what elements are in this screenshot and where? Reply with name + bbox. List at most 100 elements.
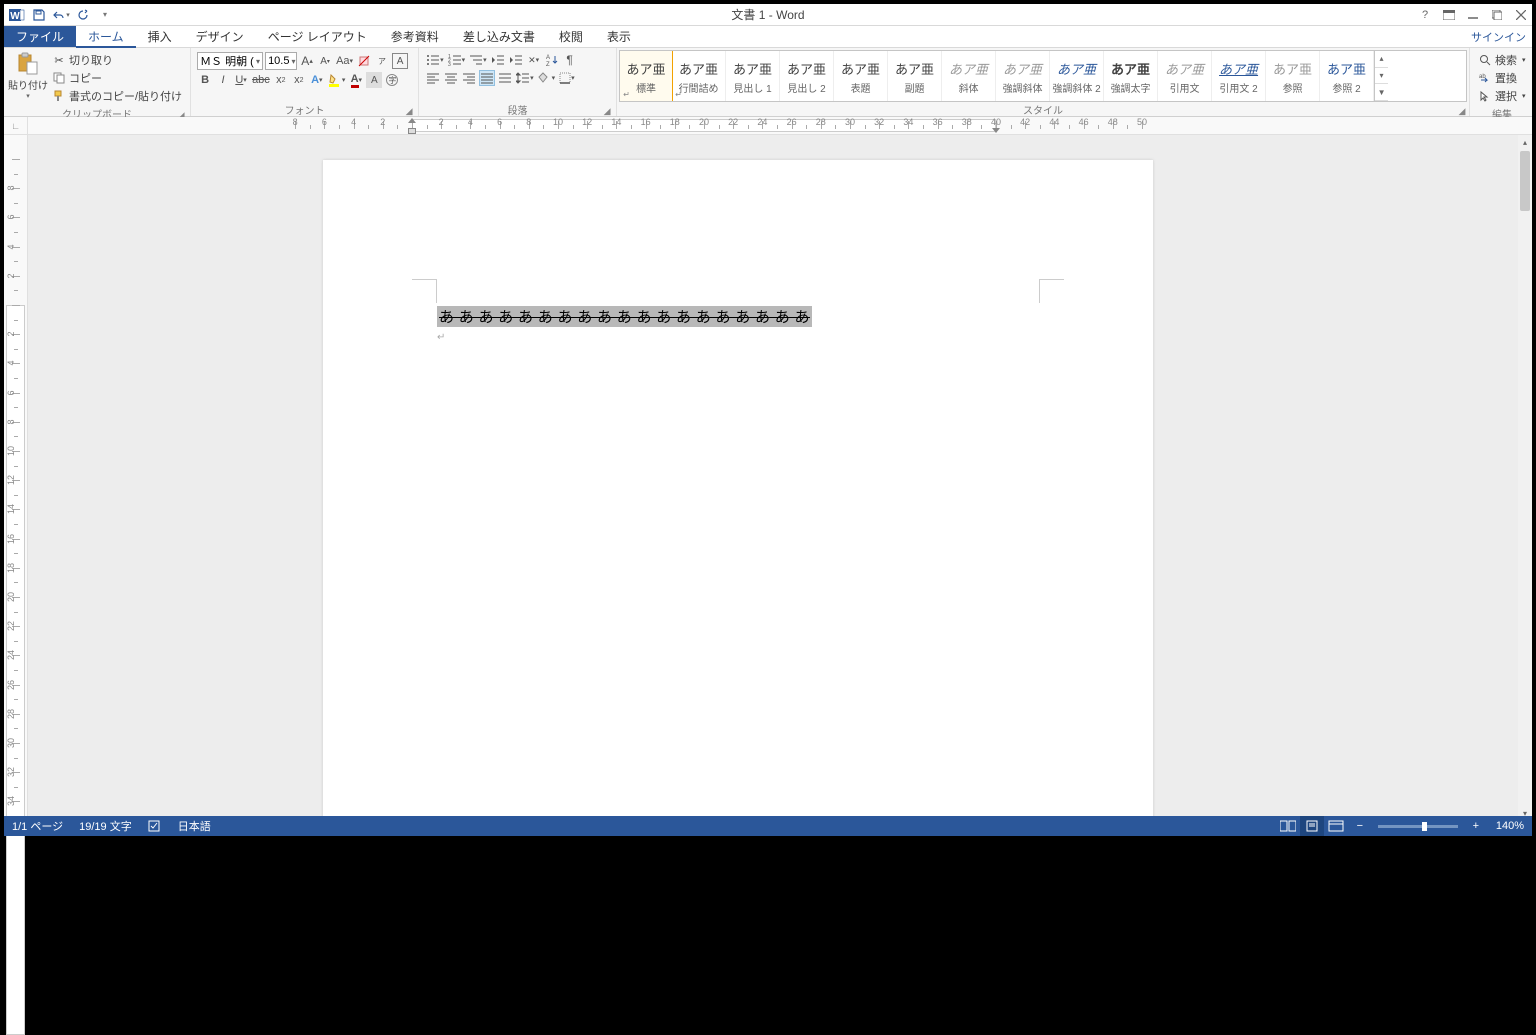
print-layout-view-button[interactable]: [1300, 816, 1324, 836]
replace-button[interactable]: ab置換: [1476, 70, 1528, 86]
undo-icon[interactable]: ▾: [52, 6, 70, 24]
selected-text[interactable]: あ あ あ あ あ あ あ あ あ あ あ あ あ あ あ あ あ あ あ: [437, 306, 812, 327]
qat-customize-icon[interactable]: ▾: [96, 6, 114, 24]
distribute-button[interactable]: [497, 70, 513, 86]
subscript-button[interactable]: x2: [273, 72, 289, 88]
borders-button[interactable]: ▾: [558, 70, 576, 86]
zoom-out-button[interactable]: −: [1348, 816, 1372, 836]
sign-in-link[interactable]: サインイン: [1471, 26, 1526, 47]
word-count-status[interactable]: 19/19 文字: [71, 816, 140, 836]
italic-button[interactable]: I: [215, 72, 231, 88]
style-item-標準[interactable]: あア亜標準↵: [619, 50, 673, 102]
style-item-強調斜体[interactable]: あア亜強調斜体: [996, 51, 1050, 101]
redo-icon[interactable]: [74, 6, 92, 24]
help-icon[interactable]: ?: [1416, 6, 1434, 24]
text-effects-button[interactable]: A▾: [309, 72, 325, 88]
tab-home[interactable]: ホーム: [76, 26, 136, 48]
find-button[interactable]: 検索▾: [1476, 52, 1528, 68]
page[interactable]: あ あ あ あ あ あ あ あ あ あ あ あ あ あ あ あ あ あ あ ↵: [323, 160, 1153, 820]
char-shading-button[interactable]: A: [366, 72, 382, 88]
tab-file[interactable]: ファイル: [4, 26, 76, 47]
web-layout-view-button[interactable]: [1324, 816, 1348, 836]
tab-design[interactable]: デザイン: [184, 26, 256, 47]
style-item-副題[interactable]: あア亜副題: [888, 51, 942, 101]
font-launcher-icon[interactable]: ◢: [404, 106, 414, 116]
style-item-見出し 2[interactable]: あア亜見出し 2: [780, 51, 834, 101]
clear-formatting-button[interactable]: [356, 53, 372, 69]
vertical-scrollbar[interactable]: ▴ ▾: [1518, 135, 1532, 820]
ribbon-display-icon[interactable]: [1440, 6, 1458, 24]
save-icon[interactable]: [30, 6, 48, 24]
tab-review[interactable]: 校閲: [547, 26, 595, 47]
close-icon[interactable]: [1512, 6, 1530, 24]
superscript-button[interactable]: x2: [291, 72, 307, 88]
char-border-button[interactable]: A: [392, 53, 408, 69]
decrease-indent-button[interactable]: [490, 52, 506, 68]
cut-button[interactable]: ✂切り取り: [50, 52, 184, 68]
tab-layout[interactable]: ページ レイアウト: [256, 26, 379, 47]
font-size-combo[interactable]: 10.5▾: [265, 52, 297, 70]
numbering-button[interactable]: 123▾: [447, 52, 467, 68]
tab-selector[interactable]: ∟: [4, 117, 28, 134]
select-button[interactable]: 選択▾: [1476, 88, 1528, 104]
scroll-up-icon[interactable]: ▴: [1518, 135, 1532, 149]
hanging-indent-marker[interactable]: [408, 128, 416, 134]
align-left-button[interactable]: [425, 70, 441, 86]
style-item-斜体[interactable]: あア亜斜体: [942, 51, 996, 101]
format-painter-button[interactable]: 書式のコピー/貼り付け: [50, 88, 184, 104]
styles-expand-button[interactable]: ▼: [1375, 84, 1388, 101]
asian-layout-button[interactable]: ✕▾: [526, 52, 542, 68]
styles-gallery[interactable]: あア亜標準↵あア亜行間詰め↵あア亜見出し 1あア亜見出し 2あア亜表題あア亜副題…: [619, 50, 1467, 102]
style-item-引用文[interactable]: あア亜引用文: [1158, 51, 1212, 101]
show-paragraph-marks-button[interactable]: ¶: [562, 52, 578, 68]
vertical-ruler[interactable]: 864224681012141618202224262830323436: [4, 135, 28, 820]
copy-button[interactable]: コピー: [50, 70, 184, 86]
language-status[interactable]: 日本語: [170, 816, 219, 836]
styles-scroll-down[interactable]: ▾: [1375, 68, 1388, 85]
increase-indent-button[interactable]: [508, 52, 524, 68]
style-item-参照[interactable]: あア亜参照: [1266, 51, 1320, 101]
tab-insert[interactable]: 挿入: [136, 26, 184, 47]
read-mode-view-button[interactable]: [1276, 816, 1300, 836]
right-indent-marker[interactable]: [992, 128, 1000, 133]
highlight-button[interactable]: ▾: [327, 72, 347, 88]
align-right-button[interactable]: [461, 70, 477, 86]
line-spacing-button[interactable]: ▾: [515, 70, 535, 86]
font-name-combo[interactable]: ＭＳ 明朝 (本▾: [197, 52, 263, 70]
tab-mailings[interactable]: 差し込み文書: [451, 26, 547, 47]
bold-button[interactable]: B: [197, 72, 213, 88]
page-count-status[interactable]: 1/1 ページ: [4, 816, 71, 836]
style-item-強調太字[interactable]: あア亜強調太字: [1104, 51, 1158, 101]
bullets-button[interactable]: ▾: [425, 52, 445, 68]
scroll-thumb[interactable]: [1520, 151, 1530, 211]
first-line-indent-marker[interactable]: [408, 118, 416, 123]
paragraph-launcher-icon[interactable]: ◢: [602, 106, 612, 116]
enclose-char-button[interactable]: 字: [384, 72, 400, 88]
zoom-slider[interactable]: [1378, 825, 1458, 828]
maximize-icon[interactable]: [1488, 6, 1506, 24]
strikethrough-button[interactable]: abc: [251, 72, 271, 88]
proofing-status[interactable]: [140, 816, 170, 836]
zoom-level[interactable]: 140%: [1488, 816, 1532, 836]
style-item-行間詰め[interactable]: あア亜行間詰め↵: [672, 51, 726, 101]
shading-button[interactable]: ▾: [537, 70, 557, 86]
multilevel-list-button[interactable]: ▾: [468, 52, 488, 68]
underline-button[interactable]: U▾: [233, 72, 249, 88]
tab-view[interactable]: 表示: [595, 26, 643, 47]
font-color-button[interactable]: A▾: [348, 72, 364, 88]
phonetic-guide-button[interactable]: ア: [374, 53, 390, 69]
styles-scroll-up[interactable]: ▴: [1375, 51, 1388, 68]
style-item-引用文 2[interactable]: あア亜引用文 2: [1212, 51, 1266, 101]
style-item-参照 2[interactable]: あア亜参照 2: [1320, 51, 1374, 101]
minimize-icon[interactable]: [1464, 6, 1482, 24]
align-justify-button[interactable]: [479, 70, 495, 86]
grow-font-button[interactable]: A▴: [299, 53, 315, 69]
align-center-button[interactable]: [443, 70, 459, 86]
horizontal-ruler[interactable]: ∟ 86422468101214161820222426283032343638…: [4, 117, 1532, 135]
sort-button[interactable]: AZ: [544, 52, 560, 68]
style-item-見出し 1[interactable]: あア亜見出し 1: [726, 51, 780, 101]
style-item-強調斜体 2[interactable]: あア亜強調斜体 2: [1050, 51, 1104, 101]
change-case-button[interactable]: Aa▾: [335, 53, 354, 69]
tab-references[interactable]: 参考資料: [379, 26, 451, 47]
style-item-表題[interactable]: あア亜表題: [834, 51, 888, 101]
